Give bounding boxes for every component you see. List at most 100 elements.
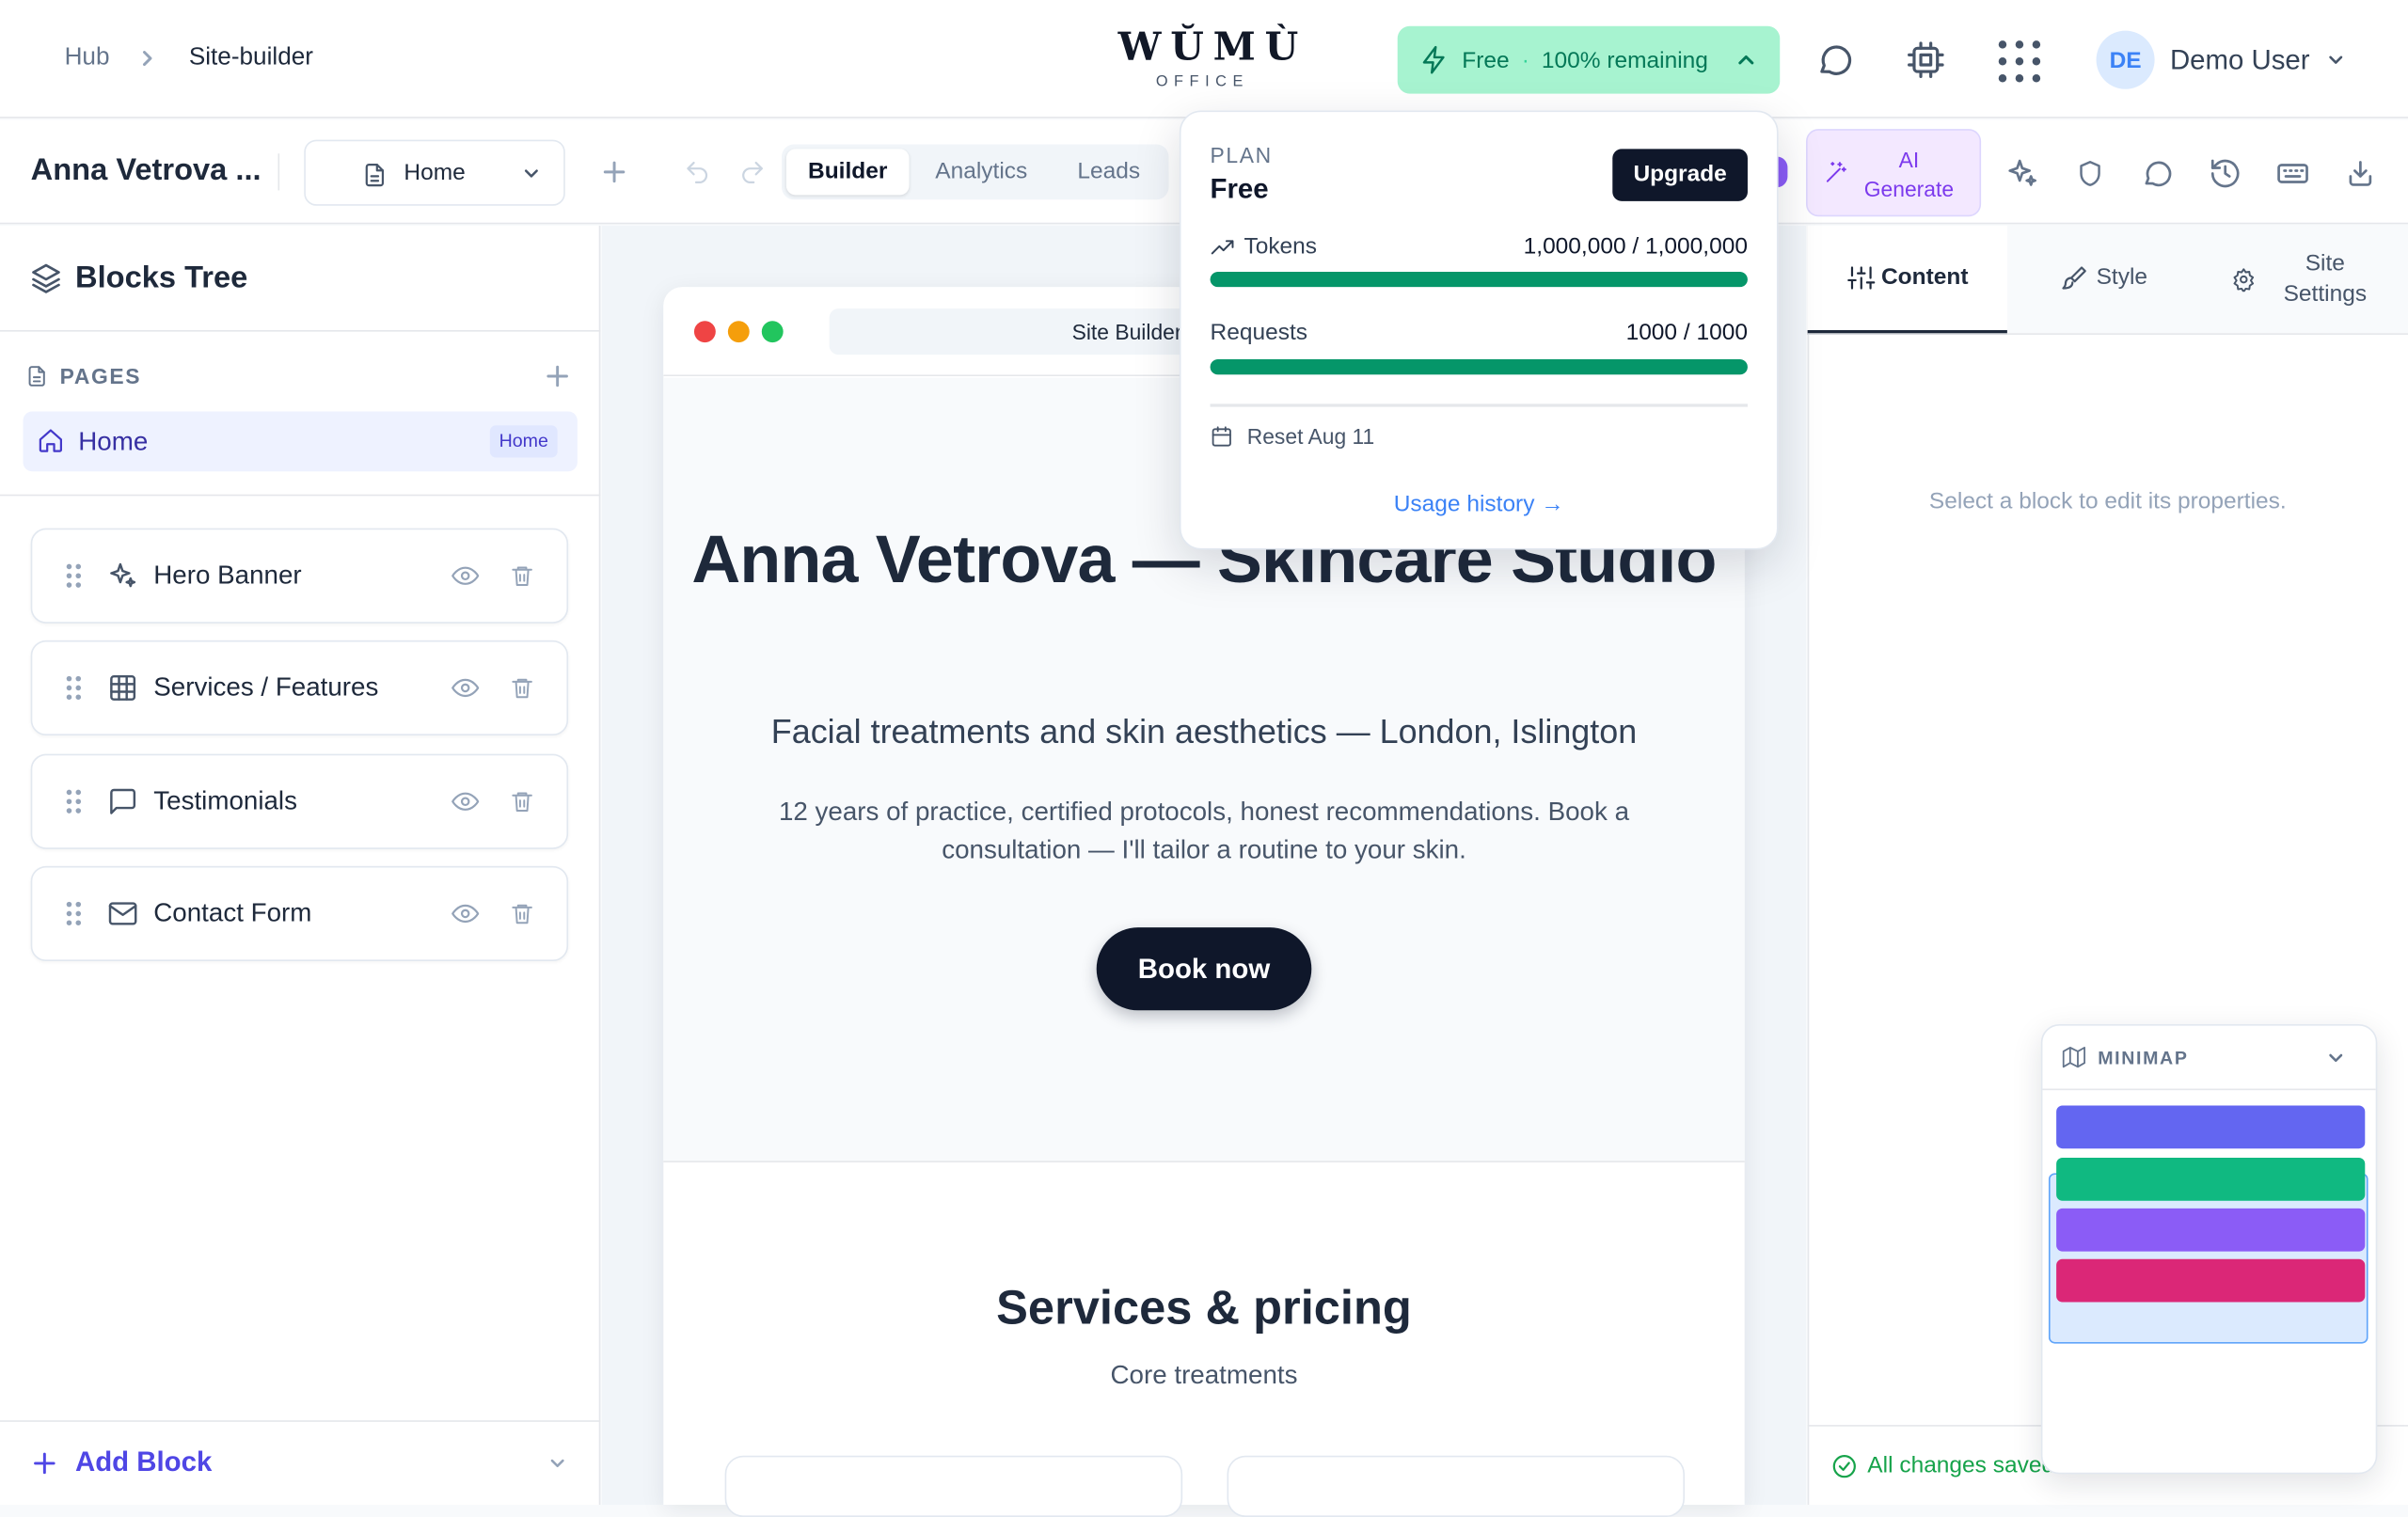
page-select-chevron-icon bbox=[520, 162, 542, 183]
window-maximize-dot bbox=[761, 321, 784, 343]
window-minimize-dot bbox=[727, 321, 750, 343]
history-icon[interactable] bbox=[2209, 157, 2242, 191]
popover-plan-name: Free bbox=[1210, 173, 1269, 205]
cpu-icon[interactable] bbox=[1906, 40, 1945, 79]
keyboard-icon[interactable] bbox=[2276, 157, 2310, 191]
drag-handle-icon[interactable] bbox=[63, 900, 85, 927]
minimap-chevron-down-icon[interactable] bbox=[2325, 1047, 2347, 1068]
plus-icon[interactable] bbox=[32, 1451, 56, 1476]
block-item-testimonials[interactable]: Testimonials bbox=[30, 753, 569, 849]
drag-handle-icon[interactable] bbox=[63, 788, 85, 815]
plan-remaining: 100% remaining bbox=[1541, 46, 1708, 73]
apps-grid-icon[interactable] bbox=[1995, 37, 2044, 86]
drag-handle-icon[interactable] bbox=[63, 562, 85, 590]
eye-icon[interactable] bbox=[452, 563, 480, 588]
block-label: Testimonials bbox=[153, 785, 297, 815]
usage-history-link[interactable]: Usage history → bbox=[1180, 491, 1779, 517]
user-chevron-down-icon[interactable] bbox=[2325, 49, 2347, 71]
trash-icon[interactable] bbox=[510, 562, 534, 590]
mail-icon bbox=[107, 898, 138, 929]
add-page-plus-icon[interactable] bbox=[546, 364, 570, 388]
ai-generate-button[interactable]: AI Generate bbox=[1805, 129, 1982, 217]
comment-icon[interactable] bbox=[2141, 157, 2175, 191]
eye-icon[interactable] bbox=[452, 901, 480, 925]
plan-separator: · bbox=[1521, 46, 1529, 73]
page-select[interactable]: Home bbox=[304, 139, 565, 206]
grid-icon bbox=[107, 672, 138, 703]
add-block-chevron-down-icon[interactable] bbox=[547, 1452, 568, 1474]
minimap-block-hero[interactable] bbox=[2056, 1105, 2366, 1149]
upgrade-button[interactable]: Upgrade bbox=[1612, 149, 1748, 201]
logo-subtitle: OFFICE bbox=[1155, 73, 1249, 91]
layers-icon bbox=[29, 261, 63, 295]
brush-icon bbox=[2061, 264, 2088, 292]
check-circle-icon bbox=[1830, 1452, 1858, 1479]
plan-name: Free bbox=[1462, 46, 1510, 73]
export-icon[interactable] bbox=[2343, 157, 2377, 191]
tab-site-settings[interactable]: Site Settings bbox=[2207, 226, 2408, 333]
panel-divider bbox=[0, 330, 601, 332]
popover-divider bbox=[1210, 403, 1748, 407]
add-block-button[interactable]: Add Block bbox=[75, 1446, 212, 1478]
add-page-icon[interactable] bbox=[602, 160, 626, 184]
tab-site-settings-label: Site Settings bbox=[2283, 250, 2368, 308]
map-icon bbox=[2062, 1046, 2086, 1068]
pages-section-label: PAGES bbox=[59, 363, 142, 389]
tab-leads[interactable]: Leads bbox=[1052, 149, 1165, 195]
home-icon bbox=[37, 427, 64, 454]
minimap-block-testimonials[interactable] bbox=[2056, 1208, 2366, 1252]
minimap-block-contact[interactable] bbox=[2056, 1258, 2366, 1303]
book-now-button[interactable]: Book now bbox=[1096, 927, 1312, 1011]
hero-subtitle: Facial treatments and skin aesthetics — … bbox=[770, 712, 1638, 751]
undo-icon[interactable] bbox=[684, 158, 711, 185]
requests-progress-fill bbox=[1210, 359, 1748, 375]
panel-divider bbox=[0, 494, 601, 497]
service-card[interactable] bbox=[724, 1455, 1183, 1517]
tab-content-label: Content bbox=[1880, 263, 1969, 291]
service-card[interactable] bbox=[1227, 1455, 1686, 1517]
block-item-contact-form[interactable]: Contact Form bbox=[30, 865, 569, 962]
plan-usage-button[interactable]: Free · 100% remaining bbox=[1397, 25, 1781, 94]
chat-icon[interactable] bbox=[1815, 40, 1855, 79]
tokens-label: Tokens bbox=[1244, 233, 1318, 260]
tab-analytics[interactable]: Analytics bbox=[917, 149, 1046, 195]
chevron-up-icon bbox=[1734, 48, 1758, 72]
window-close-dot bbox=[693, 321, 716, 343]
eye-icon[interactable] bbox=[452, 789, 480, 814]
shield-icon[interactable] bbox=[2075, 157, 2106, 191]
eye-icon[interactable] bbox=[452, 675, 480, 700]
block-item-services[interactable]: Services / Features bbox=[30, 640, 569, 736]
tokens-progress-bar bbox=[1210, 271, 1748, 288]
tab-style[interactable]: Style bbox=[2007, 226, 2207, 333]
breadcrumb-hub-link[interactable]: Hub bbox=[65, 44, 110, 71]
pages-document-icon bbox=[24, 362, 49, 389]
redo-icon[interactable] bbox=[738, 158, 766, 185]
drag-handle-icon[interactable] bbox=[63, 674, 85, 702]
reset-date: Reset Aug 11 bbox=[1246, 423, 1375, 449]
minimap-block-services[interactable] bbox=[2056, 1158, 2366, 1201]
hero-description: 12 years of practice, certified protocol… bbox=[778, 797, 1630, 865]
block-label: Contact Form bbox=[153, 898, 312, 928]
tab-style-label: Style bbox=[2096, 263, 2148, 291]
document-icon bbox=[361, 160, 388, 191]
tab-divider bbox=[1807, 333, 2408, 335]
message-icon bbox=[107, 786, 138, 817]
trash-icon[interactable] bbox=[510, 674, 534, 702]
block-item-hero-banner[interactable]: Hero Banner bbox=[30, 528, 569, 624]
sparkles-icon[interactable] bbox=[2005, 157, 2039, 191]
user-name[interactable]: Demo User bbox=[2170, 44, 2310, 76]
section-divider bbox=[663, 1161, 1745, 1162]
trash-icon[interactable] bbox=[510, 900, 534, 927]
toolbar-divider bbox=[277, 153, 280, 191]
services-subtitle: Core treatments bbox=[1110, 1360, 1298, 1390]
tab-builder[interactable]: Builder bbox=[785, 149, 910, 196]
trending-up-icon bbox=[1211, 236, 1235, 258]
tab-content[interactable]: Content bbox=[1807, 225, 2007, 335]
block-label: Services / Features bbox=[153, 672, 379, 703]
trash-icon[interactable] bbox=[510, 788, 534, 815]
blocks-tree-title: Blocks Tree bbox=[75, 261, 248, 295]
lightning-icon bbox=[1419, 44, 1450, 75]
avatar[interactable]: DE bbox=[2096, 30, 2155, 89]
empty-state-message: Select a block to edit its properties. bbox=[1928, 488, 2287, 514]
view-mode-tabs: Builder Analytics Leads bbox=[782, 144, 1169, 200]
